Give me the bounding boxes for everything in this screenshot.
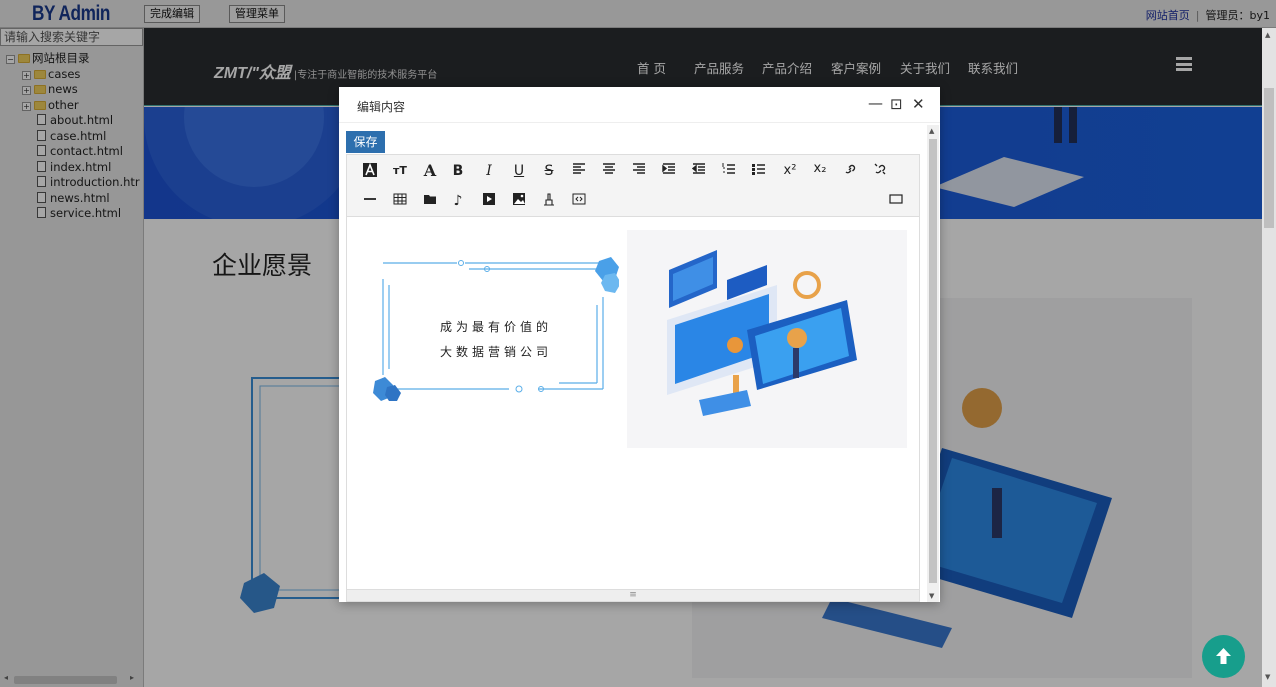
modal-header[interactable]: 编辑内容 — ⊡ ✕ bbox=[339, 87, 940, 123]
unordered-list-icon[interactable] bbox=[750, 162, 768, 180]
back-to-top-button[interactable] bbox=[1202, 635, 1245, 678]
folder-icon[interactable] bbox=[421, 192, 439, 210]
modal-title: 编辑内容 bbox=[357, 100, 406, 114]
scrollbar-thumb[interactable] bbox=[929, 139, 937, 583]
rich-text-editor: тT A B I U S x² x₂ ♪ 成为最有价值的 大数据营销公司 ≡ bbox=[346, 154, 920, 602]
outdent-icon[interactable] bbox=[690, 162, 708, 180]
italic-icon[interactable]: I bbox=[480, 162, 498, 180]
page-vertical-scrollbar[interactable]: ▲ ▼ bbox=[1262, 28, 1276, 687]
unlink-icon[interactable] bbox=[871, 162, 889, 180]
close-icon[interactable]: ✕ bbox=[912, 95, 925, 113]
subscript-icon[interactable]: x₂ bbox=[811, 160, 829, 178]
align-right-icon[interactable] bbox=[630, 162, 648, 180]
font-family-icon[interactable]: A bbox=[421, 162, 439, 180]
music-icon[interactable]: ♪ bbox=[449, 192, 467, 210]
arrow-up-icon bbox=[1216, 648, 1231, 664]
vision-line-2: 大数据营销公司 bbox=[440, 345, 553, 359]
bold-icon[interactable]: B bbox=[449, 162, 467, 180]
table-icon[interactable] bbox=[391, 192, 409, 210]
image-icon[interactable] bbox=[510, 192, 528, 210]
maximize-icon[interactable]: ⊡ bbox=[890, 95, 903, 113]
scroll-down-arrow-icon[interactable]: ▼ bbox=[1265, 673, 1270, 681]
vision-text: 成为最有价值的 大数据营销公司 bbox=[440, 315, 552, 365]
editor-toolbar: тT A B I U S x² x₂ ♪ bbox=[347, 155, 919, 217]
fullscreen-icon[interactable] bbox=[887, 192, 905, 210]
vision-line-1: 成为最有价值的 bbox=[440, 320, 553, 334]
edit-content-modal: 编辑内容 — ⊡ ✕ 保存 тT A B I U S x² x₂ ♪ 成为最有价… bbox=[339, 87, 940, 602]
underline-icon[interactable]: U bbox=[510, 162, 528, 180]
data-marketing-illustration bbox=[627, 230, 907, 448]
superscript-icon[interactable]: x² bbox=[781, 162, 799, 180]
strikethrough-icon[interactable]: S bbox=[540, 162, 558, 180]
editor-resize-handle[interactable]: ≡ bbox=[347, 589, 919, 601]
ordered-list-icon[interactable] bbox=[720, 162, 738, 180]
save-button[interactable]: 保存 bbox=[346, 131, 385, 153]
scrollbar-thumb[interactable] bbox=[1264, 88, 1274, 228]
font-size-icon[interactable]: тT bbox=[391, 162, 409, 180]
clear-format-icon[interactable] bbox=[540, 192, 558, 210]
link-icon[interactable] bbox=[841, 162, 859, 180]
align-left-icon[interactable] bbox=[570, 162, 588, 180]
video-icon[interactable] bbox=[480, 192, 498, 210]
indent-icon[interactable] bbox=[660, 162, 678, 180]
editor-content-area[interactable]: 成为最有价值的 大数据营销公司 bbox=[347, 217, 919, 590]
source-code-icon[interactable] bbox=[570, 192, 588, 210]
font-color-icon[interactable] bbox=[361, 162, 379, 180]
horizontal-rule-icon[interactable] bbox=[361, 192, 379, 210]
minimize-icon[interactable]: — bbox=[868, 94, 883, 112]
scroll-down-arrow-icon[interactable]: ▼ bbox=[929, 592, 934, 600]
modal-vertical-scrollbar[interactable]: ▲ ▼ bbox=[927, 125, 939, 602]
scroll-up-arrow-icon[interactable]: ▲ bbox=[929, 127, 934, 135]
align-center-icon[interactable] bbox=[600, 162, 618, 180]
scroll-up-arrow-icon[interactable]: ▲ bbox=[1265, 31, 1270, 39]
